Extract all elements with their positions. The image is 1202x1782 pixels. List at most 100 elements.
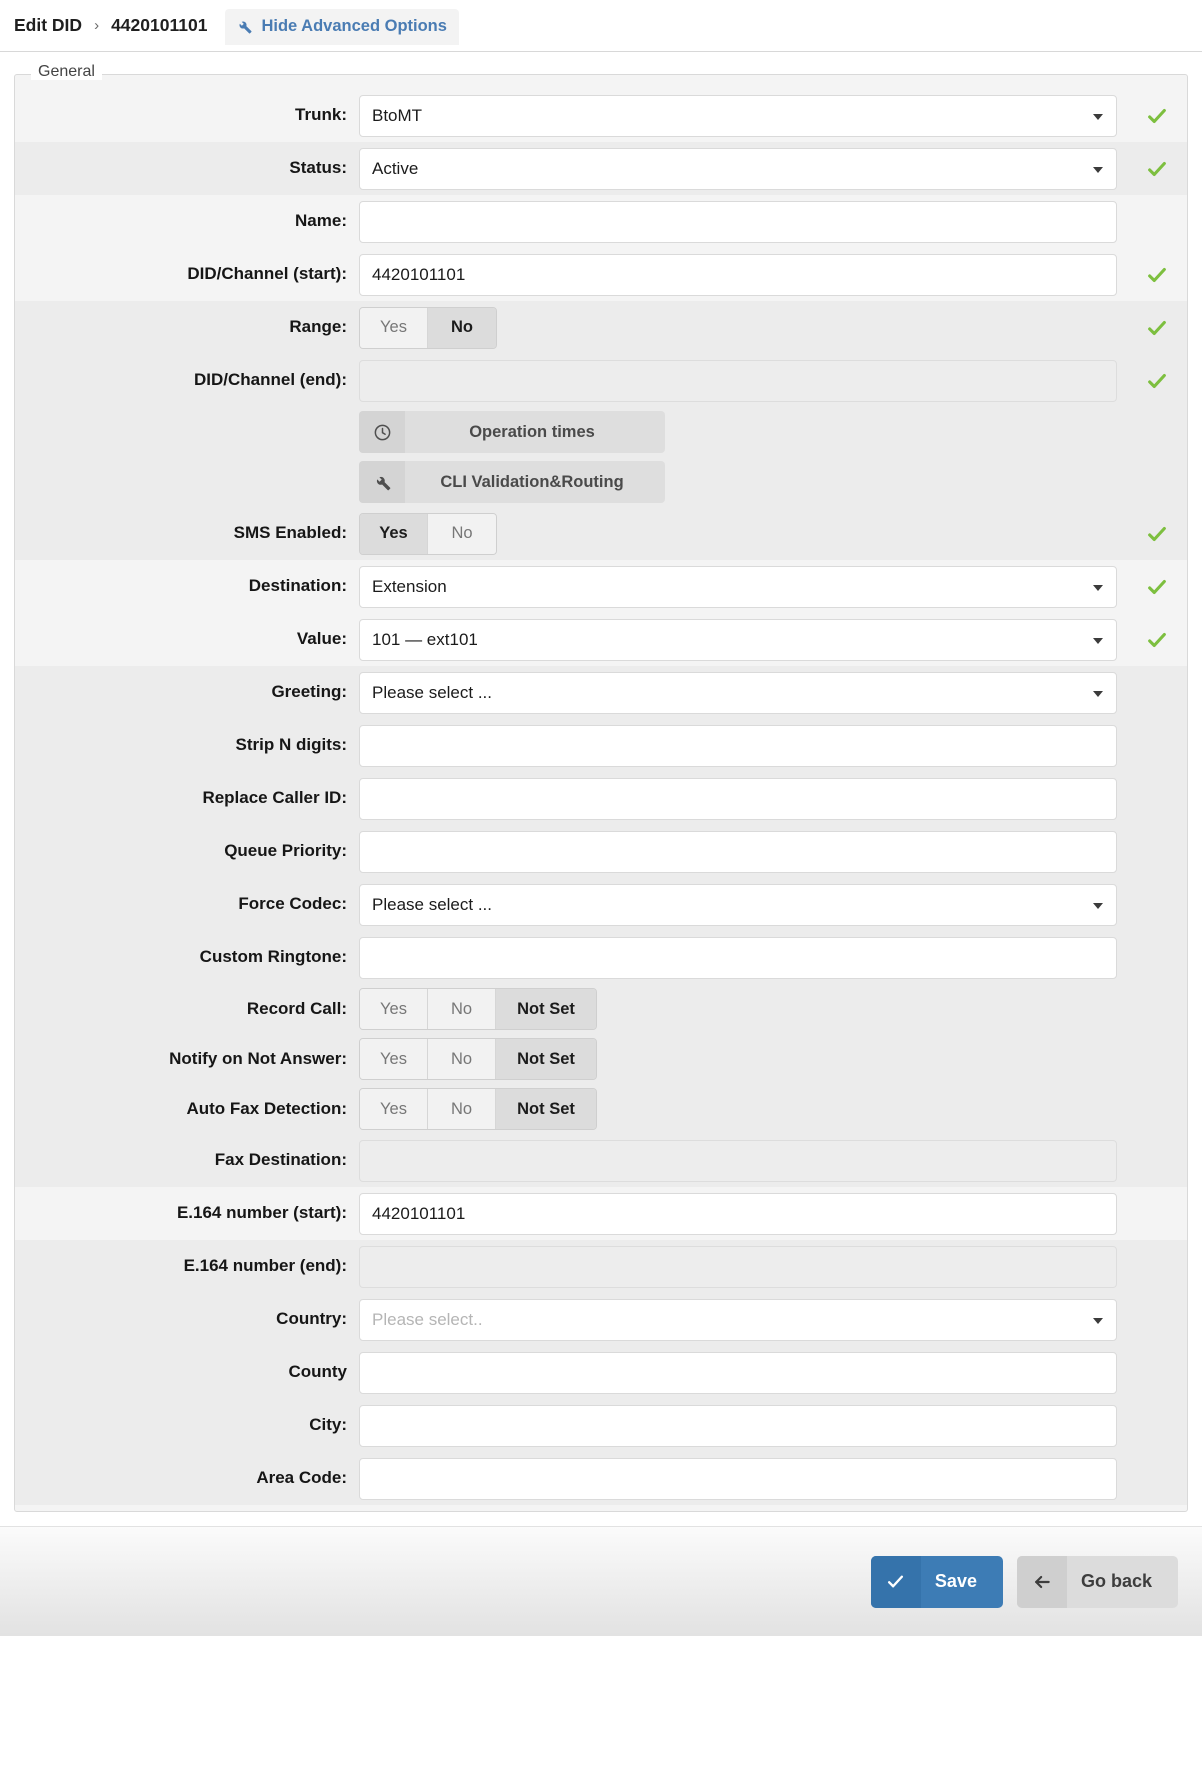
custom-ringtone-input[interactable] <box>359 936 1117 979</box>
range-option-yes[interactable]: Yes <box>360 307 428 348</box>
chevron-down-icon <box>1093 113 1103 120</box>
sms-enabled-toggle-group: Yes No <box>359 512 497 555</box>
go-back-button[interactable]: Go back <box>1016 1555 1178 1608</box>
arrow-left-icon <box>1016 1555 1067 1608</box>
hide-advanced-options-tab[interactable]: Hide Advanced Options <box>225 8 459 45</box>
auto-fax-detection-option-not-set[interactable]: Not Set <box>496 1089 596 1129</box>
label-county: County <box>288 1362 347 1382</box>
replace-caller-id-input[interactable] <box>359 777 1117 820</box>
did-end-input[interactable] <box>359 359 1117 402</box>
value-valid-indicator <box>1127 629 1187 651</box>
label-range: Range: <box>289 317 347 337</box>
row-queue-priority: Queue Priority: <box>15 825 1187 878</box>
label-name: Name: <box>295 211 347 231</box>
label-did-start: DID/Channel (start): <box>187 264 347 284</box>
range-valid-indicator <box>1127 317 1187 339</box>
label-fax-destination: Fax Destination: <box>214 1150 347 1170</box>
save-button-label: Save <box>934 1571 977 1591</box>
row-e164-end: E.164 number (end): <box>15 1240 1187 1293</box>
cli-validation-routing-label: CLI Validation&Routing <box>440 472 624 491</box>
sms-enabled-option-yes[interactable]: Yes <box>360 513 428 554</box>
area-code-input[interactable] <box>359 1457 1117 1500</box>
label-notify-not-answer: Notify on Not Answer: <box>169 1048 347 1068</box>
row-operation-times: Operation times <box>15 407 1187 457</box>
did-start-valid-indicator <box>1127 264 1187 286</box>
status-valid-indicator <box>1127 158 1187 180</box>
e164-end-input[interactable] <box>359 1245 1117 1288</box>
auto-fax-detection-toggle-group: Yes No Not Set <box>359 1088 597 1130</box>
range-option-no[interactable]: No <box>428 307 496 348</box>
row-did-end: DID/Channel (end): <box>15 354 1187 407</box>
greeting-select[interactable]: Please select ... <box>359 671 1117 714</box>
record-call-option-no[interactable]: No <box>428 989 496 1029</box>
row-value: Value: 101 — ext101 <box>15 613 1187 666</box>
chevron-down-icon <box>1093 584 1103 591</box>
auto-fax-detection-option-yes[interactable]: Yes <box>360 1089 428 1129</box>
status-select[interactable]: Active <box>359 147 1117 190</box>
label-e164-start: E.164 number (start): <box>176 1203 347 1223</box>
row-fax-destination: Fax Destination: <box>15 1134 1187 1187</box>
trunk-value: BtoMT <box>372 105 423 125</box>
form-rows: Trunk: BtoMT Status: Active Name: DID/Ch… <box>15 75 1187 1505</box>
row-destination: Destination: Extension <box>15 560 1187 613</box>
record-call-option-not-set[interactable]: Not Set <box>496 989 596 1029</box>
operation-times-button[interactable]: Operation times <box>359 411 665 453</box>
cli-validation-routing-button[interactable]: CLI Validation&Routing <box>359 461 665 503</box>
label-replace-caller-id: Replace Caller ID: <box>202 788 347 808</box>
breadcrumb-separator-icon: › <box>94 17 100 34</box>
chevron-down-icon <box>1093 690 1103 697</box>
auto-fax-detection-option-no[interactable]: No <box>428 1089 496 1129</box>
strip-n-digits-input[interactable] <box>359 724 1117 767</box>
label-area-code: Area Code: <box>256 1468 347 1488</box>
label-auto-fax-detection: Auto Fax Detection: <box>186 1098 347 1118</box>
general-fieldset: General Trunk: BtoMT Status: Active Name… <box>14 64 1188 1512</box>
status-value: Active <box>372 158 419 178</box>
row-strip-n-digits: Strip N digits: <box>15 719 1187 772</box>
operation-times-label: Operation times <box>469 422 595 441</box>
breadcrumb-root[interactable]: Edit DID <box>14 15 82 36</box>
panel-wrapper: General Trunk: BtoMT Status: Active Name… <box>0 52 1202 1512</box>
record-call-toggle-group: Yes No Not Set <box>359 988 597 1030</box>
force-codec-select[interactable]: Please select ... <box>359 883 1117 926</box>
save-button[interactable]: Save <box>870 1555 1003 1608</box>
e164-start-input[interactable]: 4420101101 <box>359 1192 1117 1235</box>
notify-not-answer-option-no[interactable]: No <box>428 1039 496 1079</box>
did-start-input[interactable]: 4420101101 <box>359 253 1117 296</box>
row-did-start: DID/Channel (start): 4420101101 <box>15 248 1187 301</box>
row-replace-caller-id: Replace Caller ID: <box>15 772 1187 825</box>
name-input[interactable] <box>359 200 1117 243</box>
greeting-value: Please select ... <box>372 682 493 702</box>
e164-start-value: 4420101101 <box>372 1203 466 1223</box>
row-name: Name: <box>15 195 1187 248</box>
label-record-call: Record Call: <box>246 998 347 1018</box>
record-call-option-yes[interactable]: Yes <box>360 989 428 1029</box>
did-end-valid-indicator <box>1127 370 1187 392</box>
row-custom-ringtone: Custom Ringtone: <box>15 931 1187 984</box>
label-queue-priority: Queue Priority: <box>224 841 347 861</box>
queue-priority-input[interactable] <box>359 830 1117 873</box>
label-city: City: <box>309 1415 347 1435</box>
top-bar: Edit DID › 4420101101 Hide Advanced Opti… <box>0 0 1202 52</box>
notify-not-answer-option-not-set[interactable]: Not Set <box>496 1039 596 1079</box>
wrench-icon <box>236 18 253 35</box>
fax-destination-input[interactable] <box>359 1139 1117 1182</box>
row-force-codec: Force Codec: Please select ... <box>15 878 1187 931</box>
value-select[interactable]: 101 — ext101 <box>359 618 1117 661</box>
country-select[interactable]: Please select.. <box>359 1298 1117 1341</box>
row-country: Country: Please select.. <box>15 1293 1187 1346</box>
city-input[interactable] <box>359 1404 1117 1447</box>
label-country: Country: <box>276 1309 347 1329</box>
row-greeting: Greeting: Please select ... <box>15 666 1187 719</box>
county-input[interactable] <box>359 1351 1117 1394</box>
trunk-valid-indicator <box>1127 105 1187 127</box>
sms-enabled-option-no[interactable]: No <box>428 513 496 554</box>
row-auto-fax-detection: Auto Fax Detection: Yes No Not Set <box>15 1084 1187 1134</box>
destination-select[interactable]: Extension <box>359 565 1117 608</box>
notify-not-answer-option-yes[interactable]: Yes <box>360 1039 428 1079</box>
range-toggle-group: Yes No <box>359 306 497 349</box>
did-start-value: 4420101101 <box>372 264 466 284</box>
sms-enabled-valid-indicator <box>1127 523 1187 545</box>
trunk-select[interactable]: BtoMT <box>359 94 1117 137</box>
label-greeting: Greeting: <box>271 682 347 702</box>
chevron-down-icon <box>1093 637 1103 644</box>
